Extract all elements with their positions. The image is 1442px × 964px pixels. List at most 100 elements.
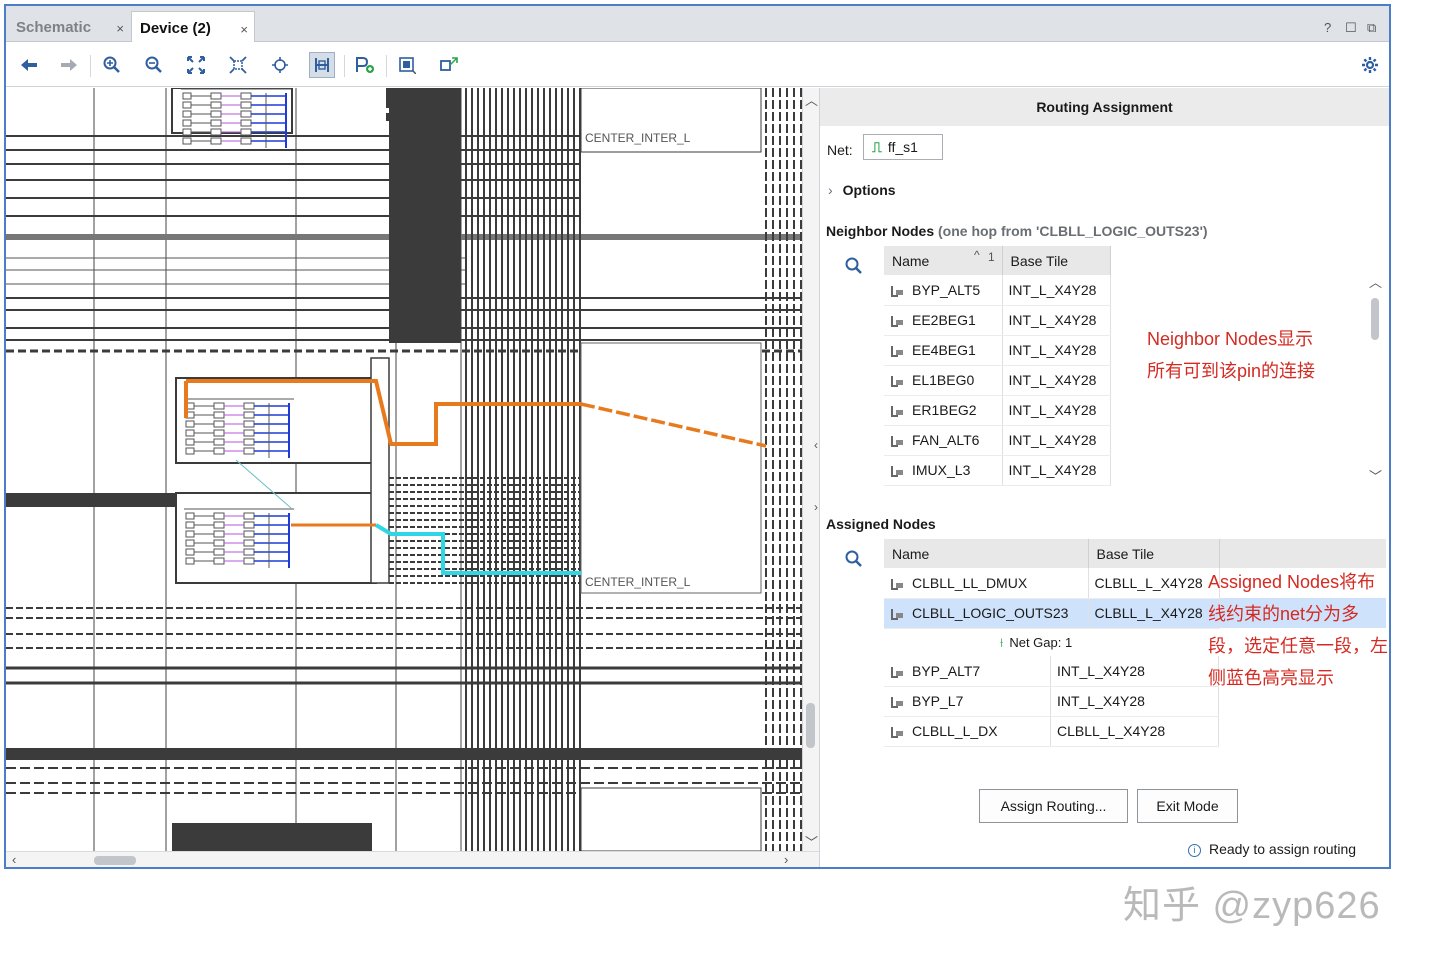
scroll-up-icon[interactable]: ︿: [805, 90, 818, 109]
base-tile-cell: INT_L_X4Y28: [1002, 275, 1111, 306]
collapse-right-icon[interactable]: ›: [814, 500, 818, 514]
routing-resources-icon[interactable]: [309, 52, 335, 78]
add-pblock-icon[interactable]: [352, 52, 378, 78]
table-row[interactable]: FAN_ALT6 INT_L_X4Y28: [884, 425, 1368, 456]
clb-cell: [182, 92, 192, 100]
tab-device[interactable]: Device (2) ×: [131, 11, 255, 42]
close-icon[interactable]: ×: [240, 22, 248, 37]
settings-icon[interactable]: [1357, 52, 1383, 78]
info-icon: i: [1188, 843, 1201, 857]
exit-mode-button[interactable]: Exit Mode: [1137, 789, 1238, 823]
base-tile-cell: INT_L_X4Y28: [1050, 656, 1220, 687]
device-canvas[interactable]: CENTER_INTER_L CENTER_INTER_L: [6, 88, 803, 851]
clb-cell: [210, 128, 222, 136]
scroll-right-icon[interactable]: ›: [784, 852, 788, 867]
clb-cell: [185, 557, 195, 565]
clb-cell: [240, 101, 252, 109]
device-horizontal-scrollbar[interactable]: ‹ ›: [6, 851, 819, 867]
close-icon[interactable]: ×: [116, 21, 124, 36]
float-icon[interactable]: ⧉: [1367, 20, 1376, 36]
status-bar: i Ready to assign routing: [1188, 841, 1356, 857]
neighbor-subtitle: (one hop from 'CLBLL_LOGIC_OUTS23'): [938, 223, 1208, 239]
neighbor-list-scrollbar[interactable]: ︿ ﹀: [1368, 275, 1382, 486]
node-icon: [890, 578, 904, 591]
clb-cell: [240, 110, 252, 118]
options-toggle[interactable]: › Options: [828, 182, 896, 198]
scroll-thumb[interactable]: [94, 856, 136, 865]
table-row[interactable]: IMUX_L3 INT_L_X4Y28: [884, 455, 1368, 486]
net-gap-row[interactable]: ⟊ Net Gap: 1: [1000, 635, 1072, 651]
node-name-cell: FAN_ALT6: [884, 425, 1003, 456]
scroll-up-icon[interactable]: ︿: [1369, 272, 1382, 291]
node-name-cell: CLBLL_LOGIC_OUTS23: [884, 598, 1089, 629]
scroll-left-icon[interactable]: ‹: [12, 852, 16, 867]
region-icon[interactable]: [436, 52, 462, 78]
base-tile-cell: CLBLL_L_X4Y28: [1050, 716, 1220, 747]
scroll-down-icon[interactable]: ﹀: [805, 832, 818, 851]
node-icon: [890, 315, 904, 328]
clb-cell: [185, 447, 195, 455]
clb-cell: [243, 548, 255, 556]
routing-bus: [389, 88, 461, 343]
net-icon: ⎍: [872, 139, 882, 155]
column-header-name[interactable]: Name ^ 1: [884, 246, 1003, 275]
scroll-thumb[interactable]: [806, 703, 815, 748]
column-header-base-tile[interactable]: Base Tile: [1088, 539, 1220, 568]
filler-cell: [1110, 395, 1368, 425]
panel-title: Routing Assignment: [820, 88, 1389, 126]
column-header-name[interactable]: Name: [884, 539, 1089, 568]
search-icon[interactable]: [844, 256, 864, 276]
device-vertical-scrollbar[interactable]: ︿ ﹀: [803, 88, 819, 851]
zoom-in-icon[interactable]: [99, 52, 125, 78]
column-header-filler: [1219, 539, 1386, 568]
clb-cell: [182, 119, 192, 127]
node-name-cell: EE2BEG1: [884, 305, 1003, 336]
clb-cell: [213, 447, 225, 455]
back-icon[interactable]: [16, 52, 42, 78]
help-icon[interactable]: ?: [1324, 20, 1331, 35]
net-gap-label: Net Gap: 1: [1009, 635, 1073, 650]
zoom-out-icon[interactable]: [141, 52, 167, 78]
assign-routing-button[interactable]: Assign Routing...: [979, 789, 1128, 823]
scroll-down-icon[interactable]: ﹀: [1369, 466, 1382, 485]
clb-cell: [182, 137, 192, 145]
options-label: Options: [842, 182, 896, 198]
clb-cell: [213, 539, 225, 547]
annotation-line: 所有可到该pin的连接: [1147, 361, 1316, 381]
auto-fit-icon[interactable]: [267, 52, 293, 78]
restore-icon[interactable]: ☐: [1345, 20, 1357, 36]
base-tile-cell: INT_L_X4Y28: [1002, 365, 1111, 396]
node-icon: [890, 345, 904, 358]
node-name-cell: BYP_L7: [884, 686, 1051, 717]
scroll-thumb[interactable]: [1371, 298, 1379, 340]
device-routing-view[interactable]: CENTER_INTER_L CENTER_INTER_L: [6, 88, 803, 851]
node-name-cell: EL1BEG0: [884, 365, 1003, 396]
table-row[interactable]: ER1BEG2 INT_L_X4Y28: [884, 395, 1368, 426]
base-tile-cell: CLBLL_L_X4Y28: [1088, 568, 1220, 599]
node-name-cell: EE4BEG1: [884, 335, 1003, 366]
column-header-base-tile[interactable]: Base Tile: [1002, 246, 1111, 275]
clb-cell: [185, 521, 195, 529]
annotation-line: 段，选定任意一段，左: [1208, 636, 1388, 656]
search-icon[interactable]: [844, 549, 864, 569]
zoom-selection-icon[interactable]: [225, 52, 251, 78]
table-row[interactable]: BYP_ALT5 INT_L_X4Y28: [884, 275, 1368, 306]
tab-schematic[interactable]: Schematic ×: [8, 11, 130, 42]
clb-cell: [243, 530, 255, 538]
base-tile-cell: CLBLL_L_X4Y28: [1088, 598, 1220, 629]
clb-cell: [182, 101, 192, 109]
select-area-icon[interactable]: [394, 52, 420, 78]
annotation-line: 线约束的net分为多: [1208, 604, 1360, 624]
node-icon: [890, 285, 904, 298]
table-row[interactable]: BYP_ALT7 INT_L_X4Y28: [884, 656, 1220, 687]
clb-cell: [243, 539, 255, 547]
table-row[interactable]: BYP_L7 INT_L_X4Y28: [884, 686, 1220, 717]
forward-icon[interactable]: [56, 52, 82, 78]
tile-label-top: CENTER_INTER_L: [585, 131, 691, 145]
net-field[interactable]: ⎍ ff_s1: [863, 134, 943, 160]
collapse-left-icon[interactable]: ‹: [814, 438, 818, 452]
clb-cell: [185, 530, 195, 538]
fit-icon[interactable]: [183, 52, 209, 78]
toolbar-divider: [90, 55, 91, 77]
table-row[interactable]: CLBLL_L_DX CLBLL_L_X4Y28: [884, 716, 1220, 747]
